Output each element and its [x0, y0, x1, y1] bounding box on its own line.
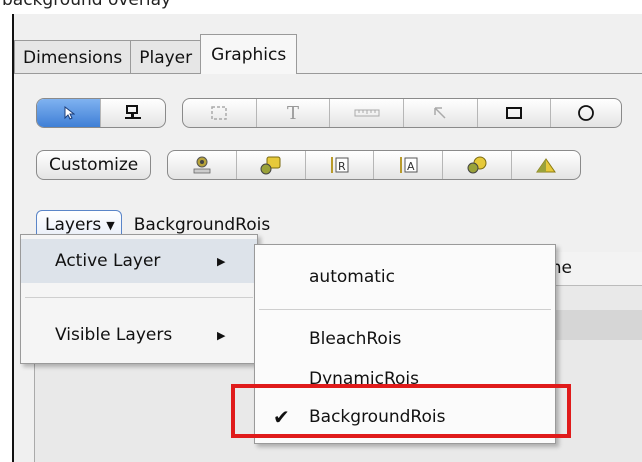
scale-bar-icon[interactable] [168, 151, 237, 179]
submenu-item-automatic[interactable]: automatic [255, 255, 555, 299]
circle-icon[interactable] [551, 99, 621, 127]
pin-tool-icon[interactable] [101, 99, 165, 127]
text-tool-icon[interactable]: T [257, 99, 331, 127]
tool-row-primary: T [36, 98, 622, 128]
multi-roi-icon[interactable] [443, 151, 512, 179]
tool-row-secondary: Customize R A [36, 150, 582, 180]
overlay-title-fragment: background overlay [0, 0, 642, 14]
tab-player[interactable]: Player [130, 40, 202, 74]
arrow-pointer-icon[interactable] [37, 99, 101, 127]
svg-text:A: A [407, 160, 415, 173]
submenu-item-label: automatic [309, 267, 395, 287]
roi-a-icon[interactable]: A [374, 151, 443, 179]
svg-text:R: R [338, 160, 346, 173]
ruler-icon[interactable] [330, 99, 405, 127]
roi-r-icon[interactable]: R [306, 151, 375, 179]
layers-menu: Active Layer ▶ Visible Layers ▶ [20, 234, 258, 364]
select-tool-group [36, 98, 166, 128]
menu-item-label: Active Layer [55, 251, 161, 271]
tab-label: Player [139, 47, 193, 68]
overlay-title-text: background overlay [2, 0, 172, 10]
highlight-box [231, 384, 571, 438]
stamp-icon[interactable] [237, 151, 306, 179]
rectangle-icon[interactable] [478, 99, 552, 127]
customize-button[interactable]: Customize [36, 150, 152, 180]
menu-item-visible-layers[interactable]: Visible Layers ▶ [21, 313, 257, 357]
dashed-rectangle-icon[interactable] [183, 99, 257, 127]
layers-button-label: Layers [45, 215, 102, 235]
arrow-line-icon[interactable] [404, 99, 478, 127]
tab-label: Graphics [211, 44, 287, 65]
menu-separator [25, 297, 253, 298]
customize-label: Customize [49, 155, 139, 175]
tab-graphics[interactable]: Graphics [200, 34, 298, 74]
tab-bar: Dimensions Player Graphics [14, 32, 298, 74]
chevron-down-icon: ▼ [106, 218, 115, 232]
menu-item-label: Visible Layers [55, 325, 173, 345]
submenu-item-label: BleachRois [309, 329, 402, 349]
roi-tool-group: R A [167, 150, 582, 180]
triangle-icon[interactable] [512, 151, 581, 179]
tab-divider [14, 73, 642, 74]
menu-item-active-layer[interactable]: Active Layer ▶ [21, 239, 257, 283]
submenu-item-bleachrois[interactable]: BleachRois [255, 317, 555, 361]
chevron-right-icon: ▶ [217, 328, 226, 342]
annotation-tool-group: T [182, 98, 622, 128]
tab-label: Dimensions [23, 47, 123, 68]
menu-separator [259, 309, 551, 310]
tab-dimensions[interactable]: Dimensions [14, 40, 132, 74]
current-layer-name: BackgroundRois [133, 215, 271, 235]
chevron-right-icon: ▶ [217, 254, 226, 268]
